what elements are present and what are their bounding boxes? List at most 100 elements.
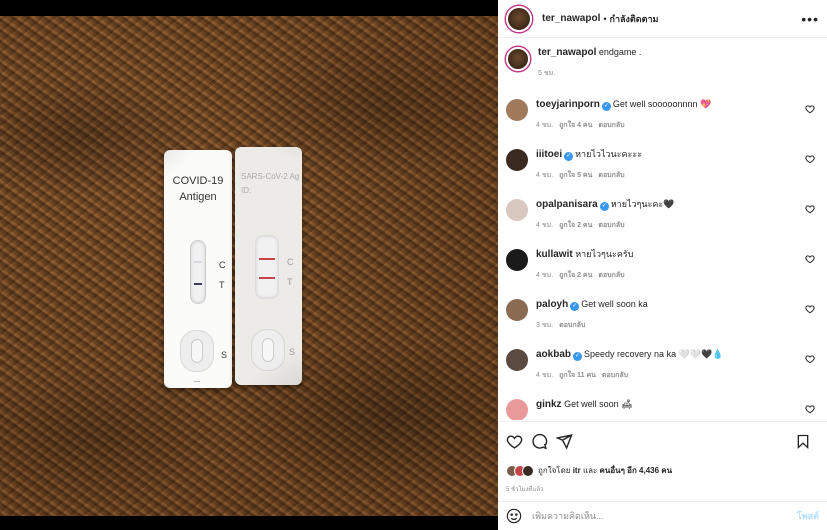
reply-button[interactable]: ตอบกลับ (598, 272, 624, 279)
commenter-avatar[interactable] (506, 299, 528, 321)
commenter-avatar[interactable] (506, 149, 528, 171)
like-comment-heart-icon[interactable] (805, 204, 815, 214)
comment-body: toeyjarinporn ✓ Get well sooooonnnn 💖 4 ชม.… (536, 98, 819, 132)
commenter-avatar[interactable] (506, 249, 528, 271)
comment-text: หายไวๆนะคะ🖤 (610, 199, 675, 209)
caption-body: ter_nawapol endgame . 5 ชม. (538, 46, 819, 80)
comment-likes[interactable]: ถูกใจ 4 คน (559, 122, 592, 129)
mark-c: C (219, 260, 226, 270)
post-image[interactable]: COVID-19 Antigen C T S SARS-CoV-2 Ag ID:… (0, 16, 498, 516)
comment-body: ginkz Get well soon 🛋 (536, 398, 819, 411)
post-time-ago[interactable]: 5 ชั่วโมงที่แล้ว (506, 484, 819, 494)
liked-by-and: และ (582, 466, 598, 475)
sample-well (180, 330, 214, 372)
commenter-username[interactable]: paloyh (536, 299, 568, 310)
liked-by-user[interactable]: itr (573, 466, 581, 475)
like-comment-heart-icon[interactable] (805, 304, 815, 314)
comment-meta: 4 ชม. ถูกใจ 11 คน ตอบกลับ (536, 369, 819, 382)
like-comment-heart-icon[interactable] (805, 404, 815, 414)
test-band (259, 277, 275, 279)
comment-text: หายไวๆนะครับ (575, 249, 634, 259)
more-horizontal-icon[interactable]: ••• (801, 11, 819, 27)
kit-title-line1: SARS-CoV-2 Ag (241, 172, 300, 181)
smiley-icon[interactable] (506, 508, 522, 524)
liked-by-others[interactable]: คนอื่นๆ อีก 4,436 คน (600, 466, 673, 475)
reply-button[interactable]: ตอบกลับ (598, 122, 624, 129)
comment-text: Get well sooooonnnn 💖 (612, 99, 712, 109)
comment-time: 4 ชม. (536, 222, 554, 229)
commenter-avatar[interactable] (506, 199, 528, 221)
author-avatar[interactable] (506, 5, 532, 32)
like-comment-heart-icon[interactable] (805, 254, 815, 264)
sample-well-inner (191, 339, 203, 363)
comment-input[interactable] (532, 511, 797, 521)
comment-time: 4 ชม. (536, 172, 554, 179)
kit-title-line1: COVID-19 (172, 175, 224, 187)
comment-meta: 3 ชม. ตอบกลับ (536, 319, 819, 332)
comment-item: aokbab ✓ Speedy recovery na ka 🤍🤍🖤💧 4 ชม. ถู… (506, 348, 819, 398)
commenter-avatar[interactable] (506, 349, 528, 371)
comment-item: kullawit หายไวๆนะครับ 4 ชม. ถูกใจ 2 คน ตอบก… (506, 248, 819, 298)
instagram-post-modal: COVID-19 Antigen C T S SARS-CoV-2 Ag ID:… (0, 0, 827, 530)
commenter-username[interactable]: toeyjarinporn (536, 99, 600, 110)
reply-button[interactable]: ตอบกลับ (559, 322, 585, 329)
mark-s: S (221, 350, 228, 360)
caption-meta: 5 ชม. (538, 67, 819, 80)
mark-c: C (287, 257, 294, 267)
author-avatar[interactable] (506, 47, 530, 71)
post-header: ter_nawapol • กำลังติดตาม ••• (498, 0, 827, 38)
heart-icon[interactable] (506, 433, 523, 450)
verified-badge-icon: ✓ (601, 102, 611, 111)
comment-icon[interactable] (531, 433, 548, 450)
post-comment-button[interactable]: โพสต์ (797, 509, 819, 523)
reply-button[interactable]: ตอบกลับ (598, 222, 624, 229)
caption-time: 5 ชม. (538, 70, 556, 77)
comment-meta: 4 ชม. ถูกใจ 5 คน ตอบกลับ (536, 169, 819, 182)
comment-text: หายไวไวนะคะะะ (575, 149, 643, 159)
follow-status-button[interactable]: กำลังติดตาม (610, 12, 659, 26)
test-band (194, 283, 202, 285)
commenter-username[interactable]: ginkz (536, 399, 562, 410)
reply-button[interactable]: ตอบกลับ (598, 172, 624, 179)
comment-likes[interactable]: ถูกใจ 5 คน (559, 172, 592, 179)
verified-badge-icon: ✓ (564, 152, 574, 161)
commenter-username[interactable]: kullawit (536, 249, 573, 260)
comment-text: Get well soon 🛋 (564, 399, 633, 409)
result-window (255, 235, 279, 299)
commenter-username[interactable]: iiitoei (536, 149, 562, 160)
like-comment-heart-icon[interactable] (805, 354, 815, 364)
mark-s: S (289, 347, 296, 357)
comment-body: kullawit หายไวๆนะครับ 4 ชม. ถูกใจ 2 คน ตอบก… (536, 248, 819, 282)
commenter-username[interactable]: opalpanisara (536, 199, 598, 210)
comment-meta: 4 ชม. ถูกใจ 2 คน ตอบกลับ (536, 269, 819, 282)
liker-avatar[interactable] (522, 464, 534, 477)
caption-text: endgame . (598, 47, 642, 57)
sample-well (251, 329, 285, 371)
comments-list[interactable]: ter_nawapol endgame . 5 ชม. toeyjarinpor… (498, 38, 827, 420)
like-comment-heart-icon[interactable] (805, 154, 815, 164)
kit-title-line2: Antigen (179, 191, 217, 203)
author-username[interactable]: ter_nawapol (542, 13, 600, 24)
commenter-avatar[interactable] (506, 99, 528, 121)
post-side-panel: ter_nawapol • กำลังติดตาม ••• ter_nawapo… (498, 0, 827, 530)
add-comment-bar: โพสต์ (498, 501, 827, 530)
comment-text: Get well soon ka (581, 299, 648, 309)
test-kit-sars-cov-2-ag: SARS-CoV-2 Ag ID: C T S (235, 147, 302, 385)
comment-body: opalpanisara ✓ หายไวๆนะคะ🖤 4 ชม. ถูกใจ 2 คน ต… (536, 198, 819, 232)
test-kit-covid19-antigen: COVID-19 Antigen C T S (164, 150, 232, 388)
comment-likes[interactable]: ถูกใจ 11 คน (559, 372, 596, 379)
reply-button[interactable]: ตอบกลับ (602, 372, 628, 379)
bookmark-icon[interactable] (795, 433, 811, 450)
kit-title-line2: ID: (241, 186, 252, 195)
comment-item: iiitoei ✓ หายไวไวนะคะะะ 4 ชม. ถูกใจ 5 คน ตอบก… (506, 148, 819, 198)
comment-likes[interactable]: ถูกใจ 2 คน (559, 272, 592, 279)
caption-username[interactable]: ter_nawapol (538, 47, 596, 58)
verified-badge-icon: ✓ (599, 202, 609, 211)
commenter-username[interactable]: aokbab (536, 349, 571, 360)
comment-likes[interactable]: ถูกใจ 2 คน (559, 222, 592, 229)
verified-badge-icon: ✓ (573, 352, 583, 361)
commenter-avatar[interactable] (506, 399, 528, 420)
like-comment-heart-icon[interactable] (805, 104, 815, 114)
comment-time: 4 ชม. (536, 272, 554, 279)
send-icon[interactable] (556, 433, 573, 450)
